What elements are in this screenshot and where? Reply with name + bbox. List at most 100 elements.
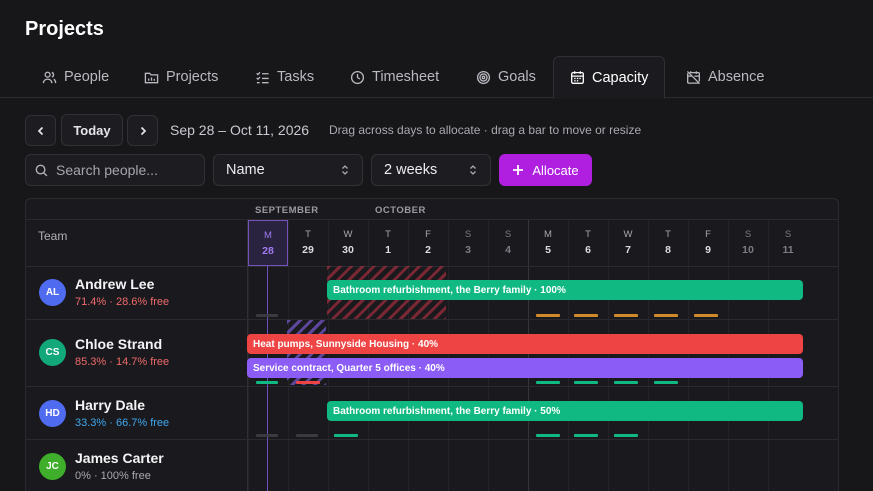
day-header[interactable]: S3 [448,220,488,266]
allocate-button[interactable]: Allocate [499,154,592,186]
tab-goals[interactable]: Goals [460,56,552,98]
tab-label: Capacity [592,69,649,86]
day-header[interactable]: W7 [608,220,648,266]
day-weekday-letter: W [343,229,353,240]
avatar: HD [39,400,66,427]
tab-bar: People Projects Tasks Timesheet Goals Ca… [0,56,873,99]
avatar: CS [39,339,66,366]
day-weekday-letter: M [544,229,552,240]
allocation-bar[interactable]: Service contract, Quarter 5 offices · 40… [247,358,803,378]
clock-icon [350,70,365,84]
folder-icon [144,72,159,83]
hint-text: Drag across days to allocate · drag a ba… [329,123,642,137]
capacity-dash [574,314,598,317]
allocation-bar[interactable]: Bathroom refurbishment, the Berry family… [327,401,803,421]
day-header[interactable]: F9 [688,220,728,266]
person-name[interactable]: James Carter [75,450,164,466]
day-weekday-letter: S [744,229,752,240]
today-marker [267,266,268,491]
day-number: 5 [545,244,551,256]
day-header[interactable]: S4 [488,220,528,266]
day-header[interactable]: T1 [368,220,408,266]
day-weekday-letter: S [464,229,472,240]
prev-period-button[interactable] [25,115,56,146]
day-weekday-letter: F [425,229,431,240]
capacity-dash [256,381,278,384]
row-divider [26,319,838,320]
tab-label: Timesheet [372,69,440,85]
today-button[interactable]: Today [61,114,123,146]
day-header[interactable]: F2 [408,220,448,266]
tab-label: Absence [708,69,765,85]
day-weekday-letter: F [705,229,711,240]
capacity-dash [256,314,278,317]
tab-people[interactable]: People [26,56,125,98]
tab-tasks[interactable]: Tasks [239,56,330,98]
day-number: 30 [342,244,354,256]
chevron-up-down-icon [470,165,476,175]
span-value: 2 weeks [384,162,438,178]
day-header[interactable]: T 29 [288,220,328,266]
day-header[interactable]: W 30 [328,220,368,266]
tab-capacity[interactable]: Capacity [553,56,666,99]
team-column-divider [247,220,248,491]
day-header[interactable]: S 10 [728,220,768,266]
day-number: 28 [262,245,274,257]
capacity-dash [574,381,598,384]
day-header[interactable]: T6 [568,220,608,266]
day-header[interactable]: S 11 [768,220,808,266]
person-utilization: 85.3% · 14.7% free [75,356,170,368]
sort-select[interactable]: Name [213,154,363,186]
month-label-october: OCTOBER [375,205,426,216]
calendar-icon [571,71,584,84]
day-weekday-letter: S [504,229,512,240]
capacity-dash [574,434,598,437]
sort-value: Name [226,162,265,178]
tab-timesheet[interactable]: Timesheet [334,56,455,98]
person-utilization: 33.3% · 66.7% free [75,417,170,429]
search-input[interactable] [56,162,196,178]
day-weekday-letter: T [585,229,591,240]
span-select[interactable]: 2 weeks [371,154,491,186]
tab-label: People [64,69,110,85]
row-divider [26,439,838,440]
person-name[interactable]: Andrew Lee [75,276,154,292]
capacity-dash [256,434,278,437]
chevron-up-down-icon [342,165,348,175]
capacity-dash [654,381,678,384]
day-weekday-letter: T [665,229,671,240]
capacity-dash [614,314,638,317]
allocation-bar[interactable]: Bathroom refurbishment, the Berry family… [327,280,803,300]
date-range: Sep 28 – Oct 11, 2026 [170,122,310,138]
person-name[interactable]: Chloe Strand [75,336,162,352]
search-box[interactable] [25,154,205,186]
day-number: 29 [302,244,314,256]
day-number: 11 [782,244,794,256]
day-number: 9 [705,244,711,256]
capacity-dash [296,381,320,384]
day-weekday-letter: W [623,229,633,240]
capacity-dash [536,381,560,384]
allocation-bar[interactable]: Heat pumps, Sunnyside Housing · 40% [247,334,803,354]
day-header[interactable]: M 28 [248,220,288,266]
avatar: JC [39,453,66,480]
plus-icon [513,165,524,175]
team-column-header: Team [38,229,68,243]
row-divider [26,386,838,387]
tasks-icon [256,71,269,83]
tab-absence[interactable]: Absence [670,56,780,98]
day-header[interactable]: M5 [528,220,568,266]
page-title: Projects [25,18,104,40]
day-header[interactable]: T8 [648,220,688,266]
person-name[interactable]: Harry Dale [75,397,145,413]
next-period-button[interactable] [127,115,158,146]
day-weekday-letter: T [385,229,391,240]
person-utilization: 0% · 100% free [75,470,151,482]
people-icon [42,71,57,83]
capacity-dash [296,434,318,437]
chevron-right-icon [140,126,146,135]
day-weekday-letter: T [305,229,311,240]
capacity-dash [694,314,718,317]
day-number: 1 [385,244,391,256]
tab-projects[interactable]: Projects [128,56,234,98]
